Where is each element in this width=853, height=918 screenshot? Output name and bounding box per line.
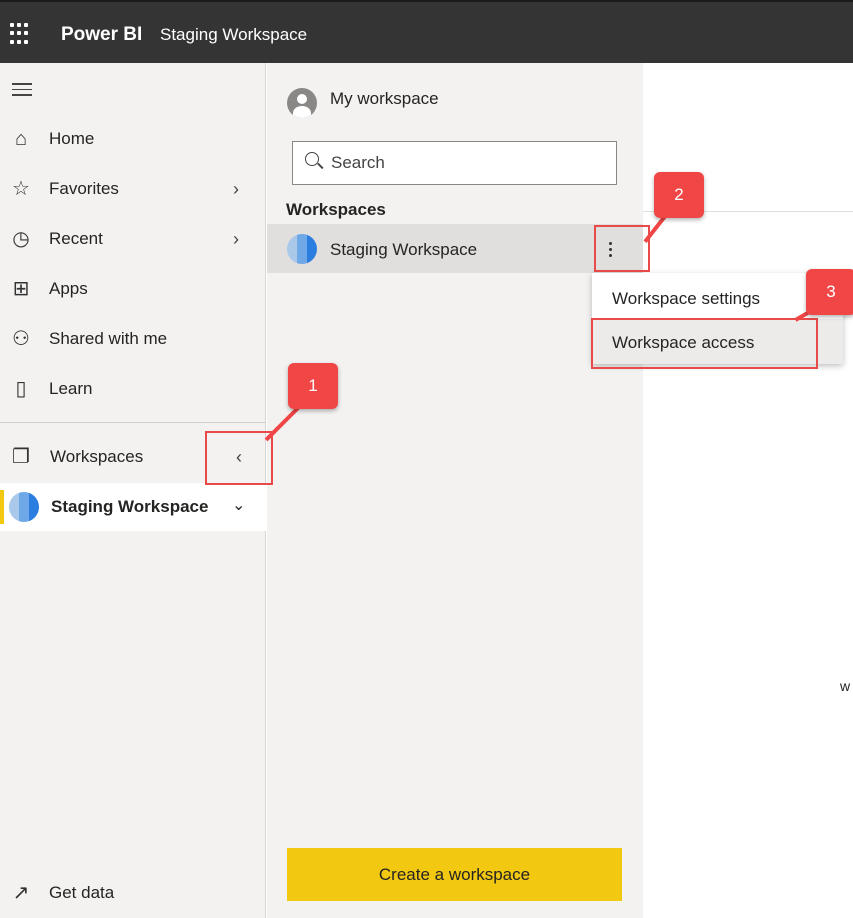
clock-icon: ◷ bbox=[12, 228, 30, 250]
shared-icon: ⚇ bbox=[12, 328, 30, 350]
create-workspace-button[interactable]: Create a workspace bbox=[287, 848, 622, 901]
hamburger-icon[interactable] bbox=[12, 83, 32, 100]
main-partial-text: w bbox=[840, 678, 851, 694]
nav-item-get-data[interactable]: ↗ Get data bbox=[0, 871, 266, 915]
nav-item-apps[interactable]: ⊞ Apps bbox=[0, 267, 266, 311]
search-box[interactable] bbox=[292, 141, 617, 185]
star-icon: ☆ bbox=[12, 178, 30, 200]
callout-box-1 bbox=[205, 431, 273, 485]
callout-box-2 bbox=[594, 225, 650, 272]
left-navigation: ⌂ Home ☆ Favorites › ◷ Recent › ⊞ Apps ⚇… bbox=[0, 63, 266, 918]
workspaces-icon: ❐ bbox=[12, 446, 30, 468]
chevron-right-icon: › bbox=[233, 228, 239, 249]
nav-divider bbox=[0, 422, 266, 423]
nav-item-home[interactable]: ⌂ Home bbox=[0, 117, 266, 161]
search-icon bbox=[305, 152, 319, 166]
app-launcher-icon[interactable] bbox=[10, 23, 32, 45]
nav-item-learn[interactable]: ▯ Learn bbox=[0, 367, 266, 411]
workspace-logo-icon bbox=[9, 492, 39, 522]
search-input[interactable] bbox=[331, 152, 601, 174]
nav-item-recent[interactable]: ◷ Recent › bbox=[0, 217, 266, 261]
breadcrumb[interactable]: Staging Workspace bbox=[160, 25, 307, 45]
chevron-right-icon: › bbox=[233, 178, 239, 199]
annotation-badge-3: 3 bbox=[806, 269, 853, 315]
annotation-badge-1: 1 bbox=[288, 363, 338, 409]
active-workspace-item[interactable]: Staging Workspace ⌄ bbox=[0, 483, 266, 531]
workspace-logo-icon bbox=[287, 234, 317, 264]
callout-box-3 bbox=[591, 318, 818, 369]
home-icon: ⌂ bbox=[14, 128, 28, 150]
nav-item-shared[interactable]: ⚇ Shared with me bbox=[0, 317, 266, 361]
chevron-down-icon[interactable]: ⌄ bbox=[232, 495, 245, 515]
my-workspace-link[interactable]: My workspace bbox=[330, 89, 439, 109]
person-icon bbox=[287, 88, 317, 118]
apps-icon: ⊞ bbox=[12, 278, 30, 300]
arrow-up-right-icon: ↗ bbox=[12, 882, 30, 904]
active-indicator bbox=[0, 490, 4, 524]
workspace-list-item[interactable]: Staging Workspace bbox=[267, 224, 643, 273]
workspaces-flyout: My workspace Workspaces Staging Workspac… bbox=[267, 63, 643, 918]
book-icon: ▯ bbox=[15, 378, 27, 400]
annotation-badge-2: 2 bbox=[654, 172, 704, 218]
app-brand[interactable]: Power BI bbox=[61, 24, 142, 46]
top-bar: Power BI Staging Workspace bbox=[0, 0, 853, 63]
nav-item-favorites[interactable]: ☆ Favorites › bbox=[0, 167, 266, 211]
workspaces-heading: Workspaces bbox=[286, 200, 386, 219]
